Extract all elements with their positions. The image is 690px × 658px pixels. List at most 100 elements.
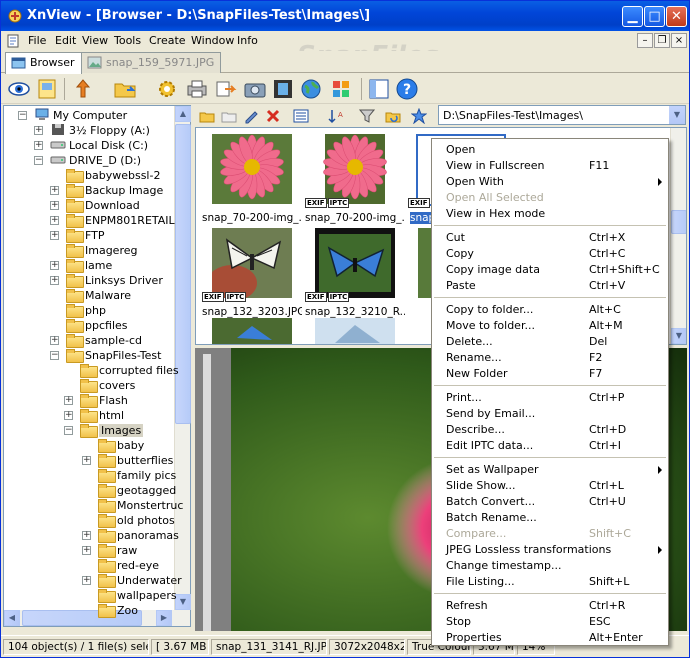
- tree-item[interactable]: raw: [98, 543, 137, 558]
- tree-item[interactable]: red-eye: [98, 558, 159, 573]
- tree-item[interactable]: My Computer: [34, 108, 127, 123]
- expand-toggle[interactable]: +: [64, 396, 73, 405]
- edit-pencil-icon[interactable]: [243, 108, 259, 124]
- filmstrip-icon[interactable]: [271, 77, 295, 101]
- tree-item[interactable]: Monstertruc: [98, 498, 183, 513]
- scroll-thumb[interactable]: [671, 210, 686, 234]
- tree-item[interactable]: geotagged: [98, 483, 176, 498]
- thumbnail-item[interactable]: [305, 318, 405, 344]
- tree-item[interactable]: ppcfiles: [66, 318, 128, 333]
- capture-camera-icon[interactable]: [243, 77, 267, 101]
- expand-toggle[interactable]: +: [82, 531, 91, 540]
- go-up-icon[interactable]: [71, 77, 95, 101]
- view-mode-icon[interactable]: [293, 108, 309, 124]
- expand-toggle[interactable]: +: [64, 411, 73, 420]
- print-icon[interactable]: [185, 77, 209, 101]
- tree-item[interactable]: baby: [98, 438, 144, 453]
- browser-view-icon[interactable]: [35, 77, 59, 101]
- context-menu-item[interactable]: New Folder F7: [432, 366, 668, 382]
- delete-x-icon[interactable]: [265, 108, 281, 124]
- tree-item[interactable]: Local Disk (C:): [50, 138, 148, 153]
- tree-item[interactable]: Zoo: [98, 603, 138, 618]
- collapse-toggle[interactable]: −: [64, 426, 73, 435]
- context-menu-item[interactable]: Open All Selected: [432, 190, 668, 206]
- scroll-left-arrow[interactable]: ◀: [4, 610, 20, 626]
- context-menu-item[interactable]: Delete... Del: [432, 334, 668, 350]
- expand-toggle[interactable]: +: [50, 201, 59, 210]
- collapse-toggle[interactable]: −: [34, 156, 43, 165]
- tab-browser[interactable]: Browser: [5, 52, 82, 74]
- send-icon[interactable]: [213, 77, 237, 101]
- tree-item[interactable]: panoramas: [98, 528, 179, 543]
- home-folder-icon[interactable]: [199, 108, 215, 124]
- folder-tree[interactable]: ▲ ▼ ◀ ▶ My Computer − 3½ Floppy (A:) + Local…: [3, 105, 191, 627]
- expand-toggle[interactable]: +: [82, 546, 91, 555]
- context-menu-item[interactable]: File Listing... Shift+L: [432, 574, 668, 590]
- collapse-toggle[interactable]: −: [50, 351, 59, 360]
- thumbnail-item[interactable]: EXIF IPTC snap_132_3210_R...: [305, 228, 405, 320]
- expand-toggle[interactable]: +: [50, 186, 59, 195]
- tree-item[interactable]: wallpapers: [98, 588, 177, 603]
- mdi-restore-button[interactable]: ❐: [654, 33, 670, 48]
- expand-toggle[interactable]: +: [50, 231, 59, 240]
- tree-item[interactable]: html: [80, 408, 124, 423]
- menu-window[interactable]: Window: [191, 34, 234, 47]
- layout-panels-icon[interactable]: [367, 77, 391, 101]
- tree-item[interactable]: Malware: [66, 288, 131, 303]
- context-menu-item[interactable]: Slide Show... Ctrl+L: [432, 478, 668, 494]
- view-eye-icon[interactable]: [7, 77, 31, 101]
- contact-sheet-icon[interactable]: [329, 77, 353, 101]
- context-menu-item[interactable]: Send by Email...: [432, 406, 668, 422]
- tree-item[interactable]: Download: [66, 198, 140, 213]
- tree-item[interactable]: DRIVE_D (D:): [50, 153, 141, 168]
- chevron-down-icon[interactable]: ▼: [669, 106, 685, 124]
- scroll-thumb[interactable]: [175, 124, 191, 424]
- thumbnail-item[interactable]: EXIF IPTC snap_70-200-img_...: [305, 134, 405, 226]
- context-menu-item[interactable]: JPEG Lossless transformations: [432, 542, 668, 558]
- expand-toggle[interactable]: +: [82, 456, 91, 465]
- minimize-button[interactable]: ▁: [622, 6, 643, 27]
- context-menu-item[interactable]: Batch Convert... Ctrl+U: [432, 494, 668, 510]
- tree-item[interactable]: family pics: [98, 468, 176, 483]
- context-menu-item[interactable]: Edit IPTC data... Ctrl+I: [432, 438, 668, 454]
- close-button[interactable]: ✕: [666, 6, 687, 27]
- tree-horizontal-scrollbar[interactable]: ◀ ▶: [4, 610, 190, 626]
- open-folder-icon[interactable]: [113, 77, 137, 101]
- context-menu-item[interactable]: Set as Wallpaper: [432, 462, 668, 478]
- scroll-down-arrow[interactable]: ▼: [671, 328, 686, 344]
- tree-item[interactable]: Images: [80, 423, 144, 438]
- context-menu-item[interactable]: View in Fullscreen F11: [432, 158, 668, 174]
- thumbnail-vertical-scrollbar[interactable]: ▼: [670, 128, 686, 344]
- thumbnail-item[interactable]: snap_70-200-img_...: [202, 134, 302, 226]
- context-menu-item[interactable]: Copy image data Ctrl+Shift+C: [432, 262, 668, 278]
- expand-toggle[interactable]: +: [34, 141, 43, 150]
- title-bar[interactable]: XnView - [Browser - D:\SnapFiles-Test\Im…: [1, 1, 689, 31]
- tree-item[interactable]: SnapFiles-Test: [66, 348, 161, 363]
- context-menu-item[interactable]: Refresh Ctrl+R: [432, 598, 668, 614]
- expand-toggle[interactable]: +: [82, 576, 91, 585]
- menu-view[interactable]: View: [82, 34, 108, 47]
- sort-icon[interactable]: Az: [327, 108, 343, 124]
- collapse-toggle[interactable]: −: [18, 111, 27, 120]
- settings-gear-icon[interactable]: [155, 77, 179, 101]
- context-menu-item[interactable]: View in Hex mode: [432, 206, 668, 222]
- tree-item[interactable]: lame: [66, 258, 112, 273]
- web-globe-icon[interactable]: [299, 77, 323, 101]
- tree-item[interactable]: 3½ Floppy (A:): [50, 123, 150, 138]
- tree-item[interactable]: butterflies: [98, 453, 173, 468]
- menu-create[interactable]: Create: [149, 34, 186, 47]
- path-combobox[interactable]: D:\SnapFiles-Test\Images\ ▼: [438, 105, 686, 125]
- tree-item[interactable]: corrupted files: [80, 363, 179, 378]
- context-menu-item[interactable]: Open With: [432, 174, 668, 190]
- expand-toggle[interactable]: +: [50, 261, 59, 270]
- expand-toggle[interactable]: +: [50, 276, 59, 285]
- context-menu-item[interactable]: Copy Ctrl+C: [432, 246, 668, 262]
- tree-item[interactable]: Underwater: [98, 573, 182, 588]
- tree-item[interactable]: Imagereg: [66, 243, 137, 258]
- context-menu-item[interactable]: Properties Alt+Enter: [432, 630, 668, 646]
- tab-image[interactable]: snap_159_5971.JPG: [81, 52, 222, 73]
- tree-item[interactable]: covers: [80, 378, 135, 393]
- expand-toggle[interactable]: +: [50, 216, 59, 225]
- thumbnail-item[interactable]: [202, 318, 302, 344]
- context-menu-item[interactable]: Copy to folder... Alt+C: [432, 302, 668, 318]
